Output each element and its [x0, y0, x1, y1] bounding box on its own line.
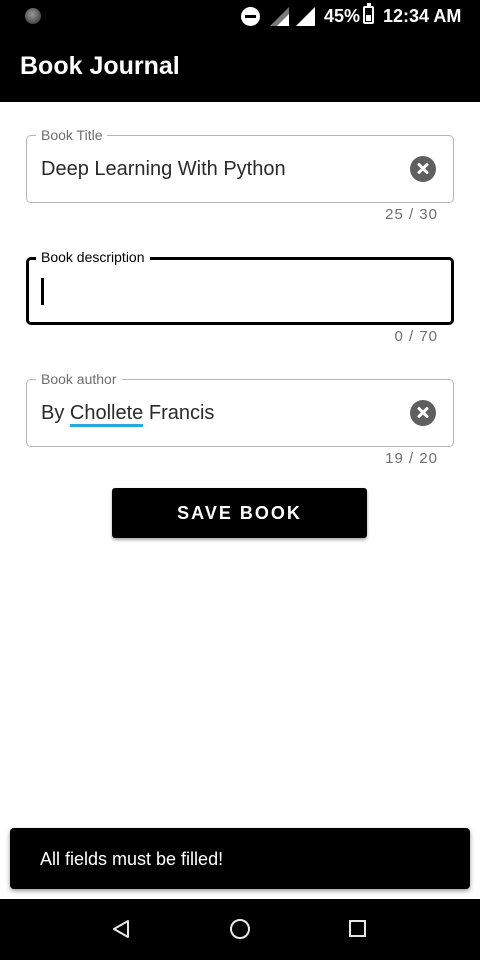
author-prefix: By: [41, 402, 70, 424]
wifi-signal-icon: [296, 7, 315, 26]
camera-icon: [25, 8, 41, 24]
app-title: Book Journal: [20, 52, 180, 80]
battery-percentage: 45%: [324, 6, 361, 26]
clock: 12:34 AM: [383, 6, 462, 26]
app-bar: Book Journal: [0, 34, 480, 102]
book-description-counter: 0 / 70: [394, 328, 438, 345]
status-bar: 45% 12:34 AM: [0, 0, 480, 34]
book-title-label: Book Title: [36, 126, 108, 144]
battery-level: [366, 15, 371, 21]
book-author-counter: 19 / 20: [385, 450, 438, 467]
book-description-label: Book description: [36, 248, 150, 266]
book-author-label: Book author: [36, 370, 122, 388]
book-description-field[interactable]: Book description: [26, 248, 454, 325]
book-title-field[interactable]: Book Title Deep Learning With Python: [26, 126, 454, 203]
signal-icon: [270, 7, 289, 26]
do-not-disturb-icon: [241, 7, 260, 26]
book-title-input[interactable]: Deep Learning With Python: [41, 158, 286, 181]
spellcheck-word[interactable]: Chollete: [69, 402, 144, 427]
home-icon[interactable]: [230, 919, 250, 939]
recents-icon[interactable]: [349, 920, 366, 937]
book-author-input[interactable]: By Chollete Francis: [41, 402, 215, 427]
clear-icon[interactable]: [410, 156, 436, 182]
author-suffix: Francis: [143, 402, 215, 424]
battery-icon: [363, 3, 374, 24]
back-icon[interactable]: [112, 919, 130, 939]
book-author-field[interactable]: Book author By Chollete Francis: [26, 370, 454, 447]
text-cursor: [41, 278, 44, 305]
navigation-bar: [0, 899, 480, 960]
snackbar: All fields must be filled!: [10, 828, 470, 889]
clear-icon[interactable]: [410, 400, 436, 426]
book-title-counter: 25 / 30: [385, 206, 438, 223]
snackbar-message: All fields must be filled!: [40, 849, 224, 869]
save-book-button[interactable]: SAVE BOOK: [112, 488, 367, 538]
